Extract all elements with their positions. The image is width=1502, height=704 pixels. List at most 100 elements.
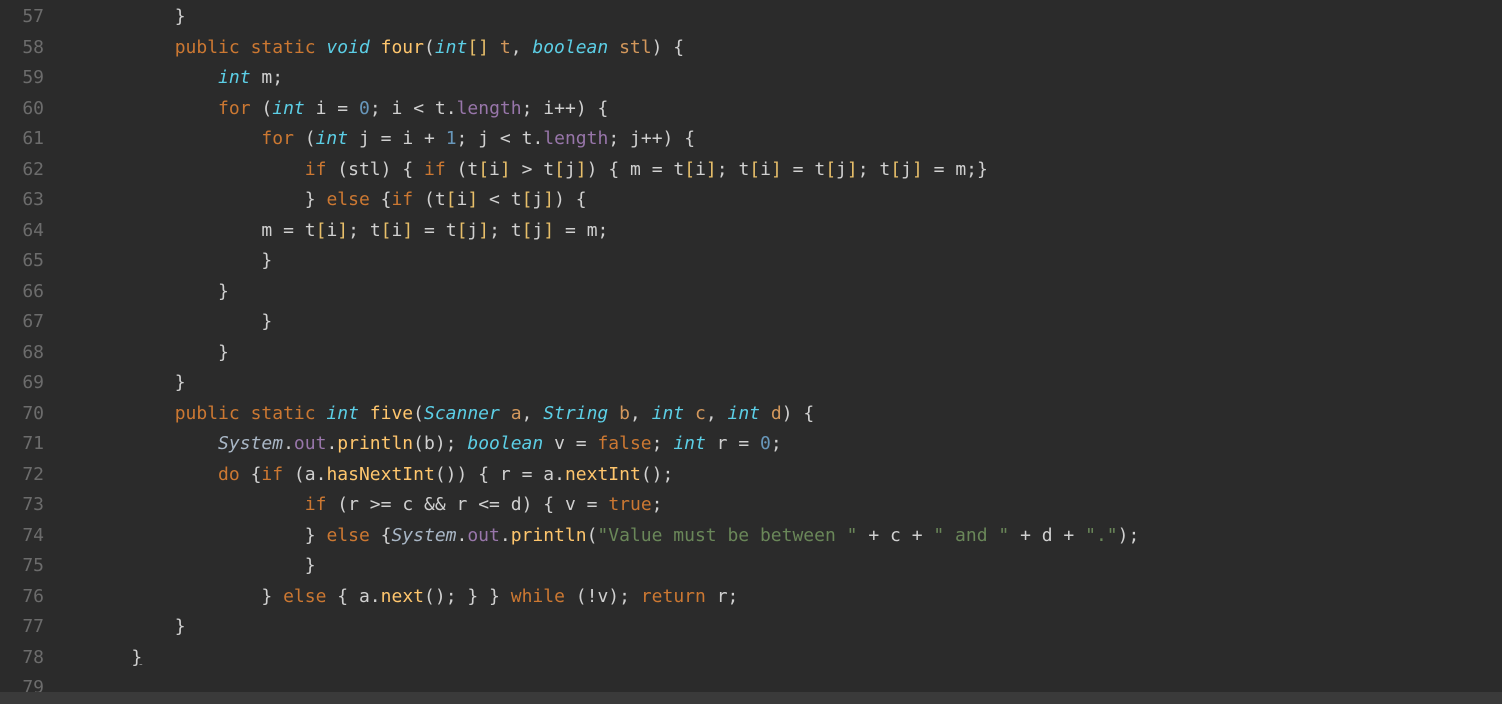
code-line[interactable]: public static int five(Scanner a, String…	[88, 399, 1502, 430]
token-var: r	[500, 464, 522, 485]
token-var: t	[543, 159, 554, 180]
code-line[interactable]: m = t[i]; t[i] = t[j]; t[j] = m;	[88, 216, 1502, 247]
token-var: r	[348, 494, 370, 515]
token-br: [	[446, 189, 457, 210]
token-var: t	[305, 220, 316, 241]
code-line[interactable]: do {if (a.hasNextInt()) { r = a.nextInt(…	[88, 460, 1502, 491]
token-type: int	[728, 403, 771, 424]
token-curly: {	[684, 128, 695, 149]
token-var: d	[1042, 525, 1053, 546]
token-op: ++	[554, 98, 576, 119]
token-num: 0	[760, 433, 771, 454]
token-var: t	[467, 159, 478, 180]
token-member: out	[467, 525, 500, 546]
code-line[interactable]: if (r >= c && r <= d) { v = true;	[88, 490, 1502, 521]
token-bool: false	[597, 433, 651, 454]
token-var: t	[814, 159, 825, 180]
token-op: ;	[446, 586, 468, 607]
token-op: ,	[522, 403, 544, 424]
token-var: j	[467, 220, 478, 241]
token-type: int	[326, 403, 369, 424]
token-br: ]	[337, 220, 348, 241]
token-op: =	[381, 128, 403, 149]
line-number: 68	[8, 338, 44, 369]
token-var: t	[511, 189, 522, 210]
token-curly: {	[337, 586, 359, 607]
token-var: r	[457, 494, 479, 515]
code-line[interactable]: }	[88, 2, 1502, 33]
token-op: .	[446, 98, 457, 119]
token-paren: )	[663, 128, 685, 149]
token-curly: }	[218, 281, 229, 302]
token-br: [	[522, 189, 533, 210]
token-paren: (	[337, 159, 348, 180]
token-op: ;	[446, 433, 468, 454]
token-var: a	[359, 586, 370, 607]
token-member: length	[543, 128, 608, 149]
token-curly: }	[977, 159, 988, 180]
token-kw: if	[261, 464, 294, 485]
code-line[interactable]: } else {System.out.println("Value must b…	[88, 521, 1502, 552]
token-var: t	[370, 220, 381, 241]
code-line[interactable]: }	[88, 307, 1502, 338]
code-line[interactable]: }	[88, 612, 1502, 643]
code-line[interactable]: } else { a.next(); } } while (!v); retur…	[88, 582, 1502, 613]
token-paren: (	[424, 189, 435, 210]
token-paren: (	[294, 464, 305, 485]
code-line[interactable]: if (stl) { if (t[i] > t[j]) { m = t[i]; …	[88, 155, 1502, 186]
horizontal-scrollbar[interactable]	[0, 692, 1502, 704]
token-curly: }	[305, 525, 327, 546]
code-line[interactable]: System.out.println(b); boolean v = false…	[88, 429, 1502, 460]
code-line[interactable]: int m;	[88, 63, 1502, 94]
token-op: <=	[478, 494, 511, 515]
token-var: r	[717, 433, 739, 454]
token-op: =	[576, 433, 598, 454]
code-line[interactable]: public static void four(int[] t, boolean…	[88, 33, 1502, 64]
token-op: ;	[272, 67, 283, 88]
code-line[interactable]: }	[88, 277, 1502, 308]
token-op: .	[532, 128, 543, 149]
code-line[interactable]: }	[88, 643, 1502, 674]
token-paren: )	[457, 464, 479, 485]
line-number: 63	[8, 185, 44, 216]
token-paren: )	[554, 189, 576, 210]
token-var: v	[554, 433, 576, 454]
code-line[interactable]: }	[88, 246, 1502, 277]
token-kw: while	[511, 586, 576, 607]
code-area[interactable]: } public static void four(int[] t, boole…	[60, 0, 1502, 704]
token-var: m	[261, 67, 272, 88]
token-curly: }	[175, 616, 186, 637]
token-paren: )	[782, 403, 804, 424]
token-var: j	[630, 128, 641, 149]
code-line[interactable]: } else {if (t[i] < t[j]) {	[88, 185, 1502, 216]
token-op: =	[738, 433, 760, 454]
token-paren: (	[587, 525, 598, 546]
token-curly: {	[608, 159, 630, 180]
token-fn: five	[370, 403, 413, 424]
code-line[interactable]: }	[88, 368, 1502, 399]
token-op: +	[901, 525, 934, 546]
line-number: 61	[8, 124, 44, 155]
code-line[interactable]: for (int j = i + 1; j < t.length; j++) {	[88, 124, 1502, 155]
token-op: .	[283, 433, 294, 454]
line-number: 74	[8, 521, 44, 552]
token-br: []	[467, 37, 500, 58]
code-editor[interactable]: 5758596061626364656667686970717273747576…	[0, 0, 1502, 704]
token-type: int	[652, 403, 695, 424]
token-curly: } }	[467, 586, 510, 607]
token-var: m	[630, 159, 652, 180]
code-line[interactable]: for (int i = 0; i < t.length; i++) {	[88, 94, 1502, 125]
token-curly: }	[218, 342, 229, 363]
code-line[interactable]: }	[88, 551, 1502, 582]
token-br: [	[554, 159, 565, 180]
token-var: r	[717, 586, 728, 607]
token-kw: return	[641, 586, 717, 607]
code-line[interactable]: }	[88, 338, 1502, 369]
token-paren: )	[587, 159, 609, 180]
token-var: i	[326, 220, 337, 241]
token-var: i	[489, 159, 500, 180]
token-var: v	[597, 586, 608, 607]
token-op: .	[370, 586, 381, 607]
token-curly: }	[175, 6, 186, 27]
line-number: 57	[8, 2, 44, 33]
